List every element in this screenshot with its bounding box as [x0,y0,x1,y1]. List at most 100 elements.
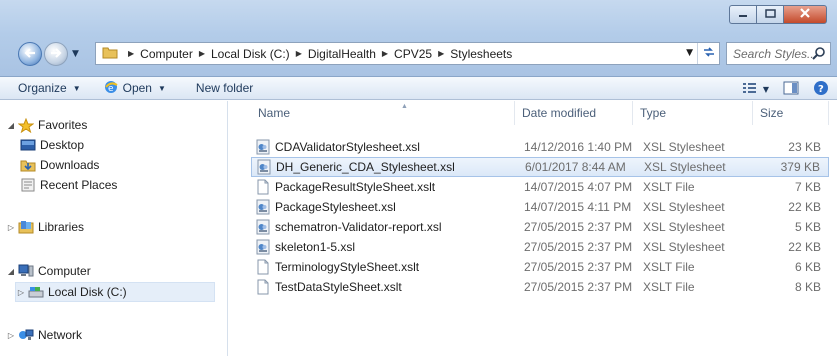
file-name: TestDataStyleSheet.xslt [275,280,402,294]
file-type: XSL Stylesheet [643,220,725,234]
network-icon [18,328,34,342]
breadcrumb-stylesheets[interactable]: Stylesheets [450,47,512,61]
forward-arrow-icon [49,47,63,62]
close-button[interactable] [783,5,827,24]
chevron-right-icon: ▶ [198,49,205,58]
nav-item-local-disk[interactable]: ▷ Local Disk (C:) [15,282,215,302]
column-header-size[interactable]: Size [753,101,829,125]
nav-label: Computer [38,264,91,278]
expand-arrow-icon[interactable]: ▷ [6,331,16,340]
breadcrumb-cpv25[interactable]: CPV25 [394,47,432,61]
breadcrumb-digitalhealth[interactable]: DigitalHealth [308,47,376,61]
back-button[interactable] [18,42,42,66]
breadcrumb-computer[interactable]: Computer [140,47,193,61]
file-size: 7 KB [794,180,821,194]
star-icon [18,117,34,133]
file-row[interactable]: TestDataStyleSheet.xslt 27/05/2015 2:37 P… [251,277,829,297]
file-date-modified: 14/12/2016 1:40 PM [524,140,633,154]
minimize-button[interactable] [729,5,756,24]
expand-arrow-icon[interactable]: ▷ [16,288,26,297]
file-list: ▲ Name Date modified Type Size CDAValida… [229,101,837,356]
preview-pane-button[interactable] [783,81,799,98]
nav-item-downloads[interactable]: Downloads [18,158,99,172]
column-header-name[interactable]: ▲ Name [251,101,515,125]
forward-button[interactable] [44,42,68,66]
file-row[interactable]: PackageResultStyleSheet.xslt 14/07/2015 4… [251,177,829,197]
local-disk-icon [28,285,44,299]
xsl-file-icon [255,199,271,215]
column-header-type[interactable]: Type [633,101,753,125]
collapse-arrow-icon[interactable]: ◢ [6,267,16,276]
ie-icon: e [103,79,119,98]
sort-ascending-icon: ▲ [401,103,408,110]
nav-label: Local Disk (C:) [48,285,127,299]
file-name: PackageResultStyleSheet.xslt [275,180,436,194]
file-size: 22 KB [788,240,821,254]
column-label: Type [640,106,667,120]
maximize-button[interactable] [756,5,783,24]
file-size: 8 KB [794,280,821,294]
column-label: Name [258,106,291,120]
open-button[interactable]: e Open ▼ [103,79,166,98]
file-type: XSLT File [643,280,695,294]
file-row[interactable]: skeleton1-5.xsl 27/05/2015 2:37 PM XSL Sty… [251,237,829,257]
nav-item-computer[interactable]: ◢ Computer [6,264,91,278]
back-arrow-icon [23,47,37,62]
nav-item-libraries[interactable]: ▷ Libraries [6,220,84,234]
computer-icon [18,264,34,278]
file-type: XSL Stylesheet [643,240,725,254]
file-date-modified: 6/01/2017 8:44 AM [525,160,626,174]
command-bar: Organize ▼ e Open ▼ New folder ▼ ? [0,77,837,100]
file-row[interactable]: schematron-Validator-report.xsl 27/05/201… [251,217,829,237]
window-controls [729,5,827,24]
search-placeholder: Search Styles... [733,46,818,61]
open-label: Open [122,81,152,95]
nav-item-desktop[interactable]: Desktop [18,138,84,152]
expand-arrow-icon[interactable]: ▷ [6,223,16,232]
file-type: XSL Stylesheet [643,140,725,154]
organize-button[interactable]: Organize ▼ [18,81,81,95]
file-size: 23 KB [788,140,821,154]
file-name: DH_Generic_CDA_Stylesheet.xsl [276,160,455,174]
file-row[interactable]: CDAValidatorStylesheet.xsl 14/12/2016 1:4… [251,137,829,157]
address-bar[interactable]: ▶ Computer ▶ Local Disk (C:) ▶ DigitalHe… [95,42,720,65]
chevron-down-icon: ▼ [762,85,769,94]
file-size: 6 KB [794,260,821,274]
recent-pages-dropdown-icon[interactable]: ▼ [72,49,79,59]
recent-places-icon [20,178,36,192]
chevron-down-icon: ▼ [72,83,81,93]
chevron-down-icon: ▼ [157,83,166,93]
nav-label: Downloads [40,158,100,172]
organize-label: Organize [18,81,67,95]
column-header-date-modified[interactable]: Date modified [515,101,633,125]
view-controls: ▼ ? [742,80,829,99]
file-size: 5 KB [794,220,821,234]
libraries-icon [18,220,34,234]
file-row[interactable]: TerminologyStyleSheet.xslt 27/05/2015 2:3… [251,257,829,277]
file-name: schematron-Validator-report.xsl [275,220,442,234]
search-input[interactable]: Search Styles... [726,42,831,65]
chevron-right-icon: ▶ [381,49,389,58]
file-row[interactable]: PackageStylesheet.xsl 14/07/2015 4:11 PM X… [251,197,829,217]
nav-item-recent-places[interactable]: Recent Places [18,178,117,192]
nav-label: Libraries [38,220,85,234]
file-date-modified: 27/05/2015 2:37 PM [524,260,633,274]
address-dropdown-icon[interactable]: ▼ [686,48,693,58]
navigation-buttons: ▼ [18,42,79,66]
file-row[interactable]: DH_Generic_CDA_Stylesheet.xsl 6/01/2017 8… [251,157,829,177]
help-button[interactable]: ? [813,80,829,99]
breadcrumb-local-disk[interactable]: Local Disk (C:) [211,47,290,61]
refresh-button[interactable] [697,43,719,64]
file-date-modified: 27/05/2015 2:37 PM [524,280,633,294]
nav-item-network[interactable]: ▷ Network [6,328,82,342]
file-name: CDAValidatorStylesheet.xsl [275,140,420,154]
expand-arrow-icon[interactable]: ◢ [6,121,16,130]
file-type: XSL Stylesheet [643,200,725,214]
new-folder-button[interactable]: New folder [196,81,253,95]
desktop-icon [20,138,36,152]
column-label: Size [760,106,784,120]
change-view-button[interactable]: ▼ [742,81,769,98]
svg-text:?: ? [818,84,824,95]
xsl-file-icon [255,139,271,155]
nav-item-favorites[interactable]: ◢ Favorites [6,117,87,133]
